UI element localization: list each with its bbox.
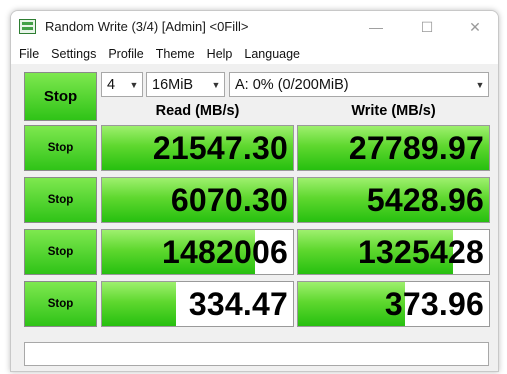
read-result-row-4: 334.47 <box>101 281 294 327</box>
write-result-row-3: 1325428 <box>297 229 490 275</box>
app-icon <box>19 19 36 34</box>
close-icon[interactable]: ✕ <box>452 11 498 43</box>
app-window: Random Write (3/4) [Admin] <0Fill> — ☐ ✕… <box>10 10 499 372</box>
menu-profile[interactable]: Profile <box>103 47 150 61</box>
menu-bar: File Settings Profile Theme Help Languag… <box>11 43 498 64</box>
drive-select[interactable]: A: 0% (0/200MiB) ▼ <box>229 72 489 97</box>
stop-button-row-1[interactable]: Stop <box>24 125 97 171</box>
stop-button-row-4[interactable]: Stop <box>24 281 97 327</box>
stop-button-row-3[interactable]: Stop <box>24 229 97 275</box>
read-value-row-1: 21547.30 <box>152 129 288 166</box>
stop-button-row-2[interactable]: Stop <box>24 177 97 223</box>
test-size-select[interactable]: 16MiB ▼ <box>146 72 225 97</box>
read-value-row-3: 1482006 <box>162 233 288 270</box>
write-value-row-4: 373.96 <box>384 285 484 322</box>
write-value-row-1: 27789.97 <box>348 129 484 166</box>
write-header: Write (MB/s) <box>351 103 436 119</box>
chevron-down-icon: ▼ <box>475 79 485 90</box>
chevron-down-icon: ▼ <box>129 79 139 90</box>
menu-file[interactable]: File <box>14 47 46 61</box>
read-header: Read (MB/s) <box>155 103 240 119</box>
read-result-row-3: 1482006 <box>101 229 294 275</box>
stop-all-button[interactable]: Stop <box>24 72 97 121</box>
comment-field[interactable] <box>24 342 489 366</box>
menu-language[interactable]: Language <box>239 47 307 61</box>
read-value-row-4: 334.47 <box>188 285 288 322</box>
main-panel: Stop 4 ▼ 16MiB ▼ A: 0% (0/200MiB) ▼ Read… <box>11 64 498 371</box>
read-bar-row-4 <box>102 282 177 326</box>
minimize-icon[interactable]: — <box>353 11 399 43</box>
menu-help[interactable]: Help <box>202 47 240 61</box>
read-result-row-2: 6070.30 <box>101 177 294 223</box>
chevron-down-icon: ▼ <box>211 79 221 90</box>
write-result-row-4: 373.96 <box>297 281 490 327</box>
write-result-row-2: 5428.96 <box>297 177 490 223</box>
read-value-row-2: 6070.30 <box>170 181 288 218</box>
test-count-value: 4 <box>107 76 116 93</box>
write-value-row-3: 1325428 <box>358 233 484 270</box>
read-result-row-1: 21547.30 <box>101 125 294 171</box>
test-count-select[interactable]: 4 ▼ <box>101 72 143 97</box>
drive-value: A: 0% (0/200MiB) <box>235 76 349 93</box>
maximize-icon[interactable]: ☐ <box>404 11 450 43</box>
window-title: Random Write (3/4) [Admin] <0Fill> <box>45 19 249 34</box>
write-result-row-1: 27789.97 <box>297 125 490 171</box>
title-bar: Random Write (3/4) [Admin] <0Fill> — ☐ ✕ <box>11 11 498 43</box>
write-value-row-2: 5428.96 <box>366 181 484 218</box>
test-size-value: 16MiB <box>152 76 194 93</box>
menu-settings[interactable]: Settings <box>46 47 103 61</box>
menu-theme[interactable]: Theme <box>151 47 202 61</box>
